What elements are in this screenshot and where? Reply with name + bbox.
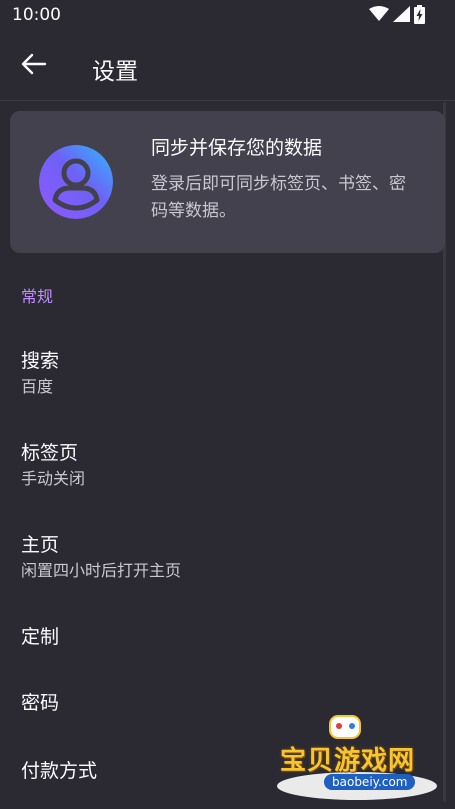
- section-header-general: 常规: [21, 287, 54, 306]
- setting-item-tabs[interactable]: 标签页 手动关闭: [0, 422, 440, 492]
- setting-item-title: 密码: [21, 692, 60, 714]
- account-avatar-icon: [39, 145, 113, 219]
- setting-item-customize[interactable]: 定制: [0, 606, 440, 662]
- watermark-text: 宝贝游戏网: [280, 746, 416, 776]
- battery-charging-icon: [414, 4, 425, 28]
- status-bar: 10:00: [0, 0, 455, 32]
- setting-item-subtitle: 手动关闭: [21, 469, 86, 488]
- watermark-url: baobeiy.com: [324, 774, 416, 790]
- watermark-logo: 宝贝游戏网 baobeiy.com: [272, 712, 442, 804]
- signal-icon: [393, 6, 410, 26]
- sync-card-description: 登录后即可同步标签页、书签、密码等数据。: [151, 174, 406, 221]
- sync-account-card[interactable]: 同步并保存您的数据 登录后即可同步标签页、书签、密码等数据。: [10, 111, 445, 253]
- status-icons: [369, 4, 425, 28]
- setting-item-title: 标签页: [21, 442, 79, 464]
- setting-item-subtitle: 闲置四小时后打开主页: [21, 561, 182, 580]
- setting-item-search[interactable]: 搜索 百度: [0, 330, 440, 400]
- setting-item-title: 付款方式: [21, 760, 98, 782]
- setting-item-title: 主页: [21, 534, 60, 556]
- setting-item-title: 搜索: [21, 350, 60, 372]
- setting-item-homepage[interactable]: 主页 闲置四小时后打开主页: [0, 514, 440, 584]
- sync-card-title: 同步并保存您的数据: [151, 137, 323, 159]
- setting-item-title: 定制: [21, 626, 60, 648]
- back-button[interactable]: [14, 46, 54, 86]
- arrow-left-icon: [21, 53, 47, 79]
- page-title: 设置: [92, 59, 138, 85]
- toolbar: 设置: [0, 32, 455, 101]
- wifi-icon: [369, 6, 389, 26]
- setting-item-subtitle: 百度: [21, 377, 54, 396]
- status-time: 10:00: [12, 5, 61, 25]
